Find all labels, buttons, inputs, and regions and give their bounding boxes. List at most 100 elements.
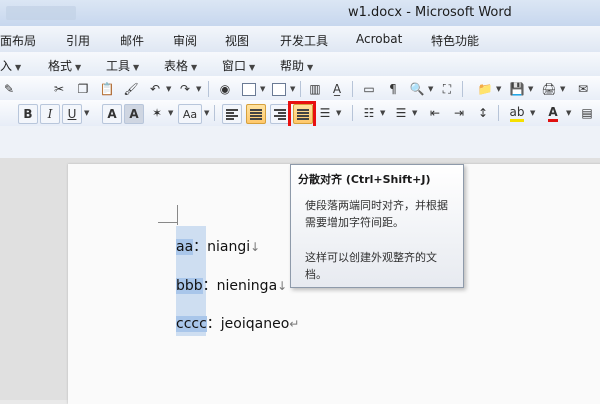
full-screen-icon[interactable]: ⛶ — [438, 80, 456, 98]
justify-button[interactable] — [246, 104, 266, 124]
box-glyph — [242, 82, 256, 96]
tab-page-layout[interactable]: 面布局 — [0, 32, 36, 49]
selected-text: cccc — [176, 316, 207, 332]
spacing-dropdown-icon[interactable]: ▼ — [336, 109, 341, 117]
format-painter-icon[interactable]: 🖌 — [122, 80, 140, 98]
hyperlink-icon[interactable]: ◉ — [216, 80, 234, 98]
tab-review[interactable]: 审阅 — [173, 32, 197, 49]
print-preview-icon[interactable]: ▭ — [360, 80, 378, 98]
decrease-indent-icon[interactable]: ⇤ — [426, 104, 444, 122]
menu-help[interactable]: 帮助 ▼ — [280, 57, 313, 74]
document-line[interactable]: cccc：jeoiqaneo↵ — [176, 313, 299, 333]
menu-table[interactable]: 表格 ▼ — [164, 57, 197, 74]
line-text: ：jeoiqaneo — [206, 316, 290, 332]
char-border-button[interactable]: A — [102, 104, 122, 124]
borders-dropdown-icon[interactable]: ▼ — [260, 85, 265, 93]
char-shading-button[interactable]: A — [124, 104, 144, 124]
save-icon[interactable]: 💾 — [508, 80, 526, 98]
underline-button[interactable]: U — [62, 104, 82, 124]
tooltip-description: 使段落两端同时对齐，并根据需要增加字符间距。 — [305, 199, 448, 229]
tab-view[interactable]: 视图 — [225, 32, 249, 49]
undo-dropdown-icon[interactable]: ▼ — [166, 85, 171, 93]
effects-dropdown-icon[interactable]: ▼ — [168, 109, 173, 117]
save-dropdown-icon[interactable]: ▼ — [528, 85, 533, 93]
bullets-icon[interactable]: ☰ — [392, 104, 410, 122]
line-text: ：niangi — [193, 239, 251, 255]
zoom-icon[interactable]: 🔍 — [408, 80, 426, 98]
tab-developer[interactable]: 开发工具 — [280, 32, 328, 49]
tab-mailings[interactable]: 邮件 — [120, 32, 144, 49]
lines-glyph — [226, 108, 238, 121]
italic-button[interactable]: I — [40, 104, 60, 124]
open-folder-icon[interactable]: 📁 — [476, 80, 494, 98]
tooltip-note: 这样可以创建外观整齐的文档。 — [305, 251, 437, 281]
numbering-icon[interactable]: ☷ — [360, 104, 378, 122]
menu-label: 窗口 — [222, 59, 247, 73]
line-break-mark: ↓ — [277, 279, 288, 293]
window-title: w1.docx - Microsoft Word — [348, 5, 512, 20]
separator — [498, 105, 499, 121]
title-bar: w1.docx - Microsoft Word — [0, 0, 600, 27]
sort-icon[interactable]: ↕ — [474, 104, 492, 122]
print-dropdown-icon[interactable]: ▼ — [560, 85, 565, 93]
numbering-dropdown-icon[interactable]: ▼ — [380, 109, 385, 117]
separator — [462, 81, 463, 97]
menu-window[interactable]: 窗口 ▼ — [222, 57, 255, 74]
menu-format[interactable]: 格式 ▼ — [48, 57, 81, 74]
margin-corner-mark — [158, 222, 178, 223]
menu-insert[interactable]: 入 ▼ — [0, 57, 21, 74]
bullets-dropdown-icon[interactable]: ▼ — [412, 109, 417, 117]
ruler-strip — [0, 126, 600, 159]
copy-icon[interactable]: ❐ — [74, 80, 92, 98]
redo-dropdown-icon[interactable]: ▼ — [196, 85, 201, 93]
tab-references[interactable]: 引用 — [66, 32, 90, 49]
menu-label: 表格 — [164, 59, 189, 73]
change-case-button[interactable]: Aa — [178, 104, 202, 124]
show-hide-icon[interactable]: ¶ — [384, 80, 402, 98]
tab-special[interactable]: 特色功能 — [431, 32, 479, 49]
more-icon[interactable]: ▤ — [578, 104, 596, 122]
table-dropdown-icon[interactable]: ▼ — [290, 85, 295, 93]
line-spacing-icon[interactable]: ☰ — [316, 104, 334, 122]
text-effects-icon[interactable]: ✶ — [148, 104, 166, 122]
align-left-button[interactable] — [222, 104, 242, 124]
tooltip: 分散对齐 (Ctrl+Shift+J) 使段落两端同时对齐，并根据需要增加字符间… — [290, 164, 464, 288]
tables-borders-icon[interactable] — [240, 80, 258, 98]
folder-dropdown-icon[interactable]: ▼ — [496, 85, 501, 93]
redo-icon[interactable]: ↷ — [176, 80, 194, 98]
font-color-dropdown-icon[interactable]: ▼ — [566, 109, 571, 117]
align-right-button[interactable] — [270, 104, 290, 124]
box-glyph — [272, 82, 286, 96]
paste-icon[interactable]: 📋 — [98, 80, 116, 98]
increase-indent-icon[interactable]: ⇥ — [450, 104, 468, 122]
columns-icon[interactable]: ▥ — [306, 80, 324, 98]
insert-table-icon[interactable] — [270, 80, 288, 98]
spelling-icon[interactable]: ✎ — [0, 80, 18, 98]
taskbar-ghost — [6, 6, 76, 20]
menu-bar: 入 ▼ 格式 ▼ 工具 ▼ 表格 ▼ 窗口 ▼ 帮助 ▼ — [0, 52, 600, 77]
zoom-dropdown-icon[interactable]: ▼ — [428, 85, 433, 93]
separator — [214, 105, 215, 121]
undo-icon[interactable]: ↶ — [146, 80, 164, 98]
ribbon-tabs: 面布局 引用 邮件 审阅 视图 开发工具 Acrobat 特色功能 — [0, 26, 600, 53]
tab-acrobat[interactable]: Acrobat — [356, 32, 402, 46]
email-icon[interactable]: ✉ — [574, 80, 592, 98]
separator — [300, 81, 301, 97]
paragraph-mark: ↵ — [289, 317, 300, 331]
menu-arrow: ▼ — [75, 63, 82, 72]
document-line[interactable]: aa：niangi↓ — [176, 236, 260, 256]
highlight-dropdown-icon[interactable]: ▼ — [530, 109, 535, 117]
print-icon[interactable]: 🖨 — [540, 80, 558, 98]
document-line[interactable]: bbb：nieninga↓ — [176, 275, 287, 295]
underline-dropdown-icon[interactable]: ▼ — [84, 109, 89, 117]
bold-button[interactable]: B — [18, 104, 38, 124]
highlight-icon[interactable]: ab — [508, 104, 526, 122]
lines-glyph — [250, 108, 262, 121]
menu-tools[interactable]: 工具 ▼ — [106, 57, 139, 74]
case-dropdown-icon[interactable]: ▼ — [204, 109, 209, 117]
font-color-icon[interactable]: A — [544, 104, 562, 122]
line-text: ：nieninga — [202, 278, 278, 294]
cut-icon[interactable]: ✂ — [50, 80, 68, 98]
menu-label: 入 — [0, 59, 13, 73]
text-direction-icon[interactable]: A̲ — [328, 80, 346, 98]
